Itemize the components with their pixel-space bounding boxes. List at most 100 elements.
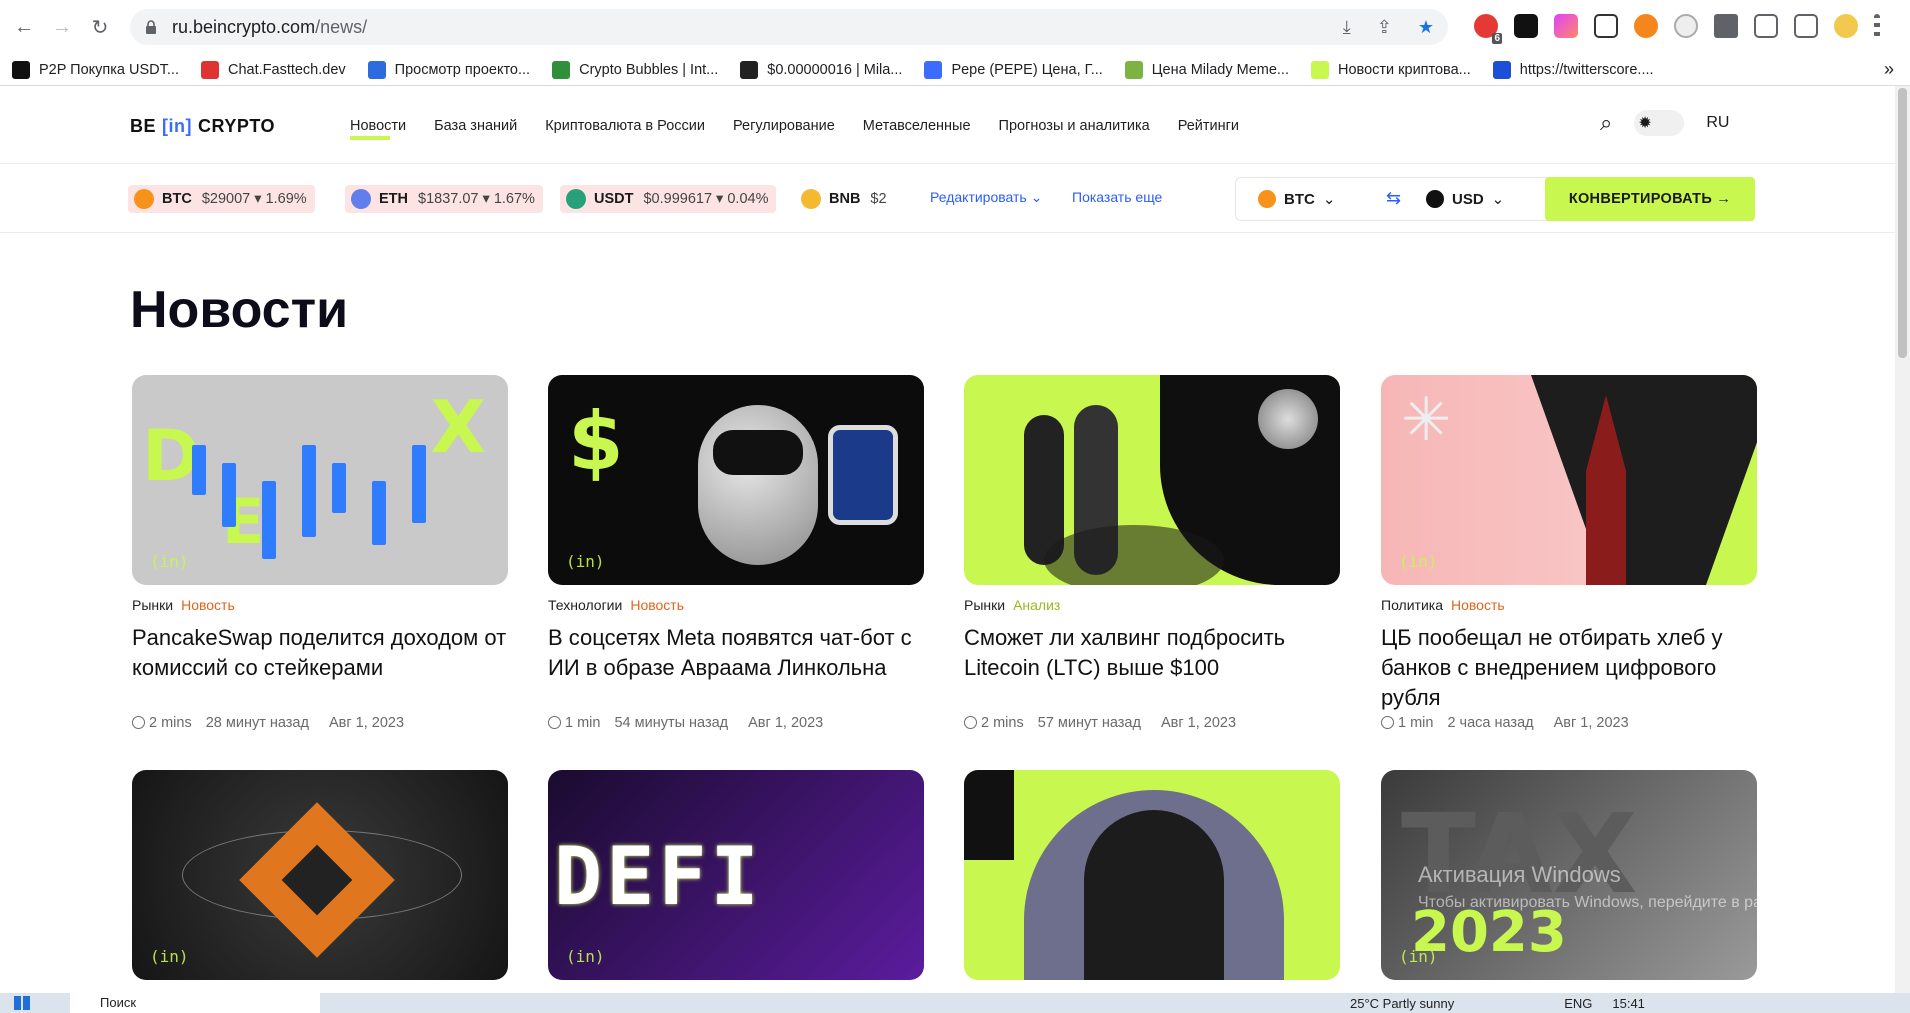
coin-bnb[interactable]: BNB $2 [795,185,895,213]
coin-usdt[interactable]: USDT $0.999617 ▾ 0.04% [560,185,777,213]
article-category[interactable]: Технологии [548,597,622,613]
extension-icon[interactable] [1674,14,1698,38]
bookmark-item[interactable]: Новости криптова... [1311,60,1471,79]
menu-icon[interactable] [1874,14,1880,38]
article-category[interactable]: Рынки [964,597,1005,613]
article-date: Авг 1, 2023 [328,715,405,731]
bookmark-item[interactable]: Цена Milady Meme... [1124,60,1289,79]
bnb-icon [801,189,821,209]
sidebar-icon[interactable] [1794,14,1818,38]
in-logo-icon: (in) [1399,947,1438,966]
theme-toggle[interactable]: ✹ [1634,110,1685,136]
article-card[interactable]: (in) [964,770,1340,980]
read-time-value: 1 min [565,715,601,731]
bookmark-item[interactable]: https://twitterscore.... [1492,60,1654,79]
scrollbar-thumb[interactable] [1898,88,1907,358]
search-icon[interactable]: ⌕ [1600,110,1612,136]
in-logo-icon: (in) [982,552,1021,571]
edit-link[interactable]: Редактировать ⌄ [930,189,1042,206]
btc-icon [1258,190,1276,208]
bookmark-item[interactable]: Crypto Bubbles | Int... [552,60,718,79]
forward-icon[interactable]: → [48,13,76,41]
reload-icon[interactable]: ↻ [86,13,114,41]
install-icon[interactable]: ⤓ [1343,17,1351,38]
nav-item[interactable]: Прогнозы и аналитика [999,118,1150,134]
show-more-link[interactable]: Показать еще [1072,189,1162,205]
address-bar[interactable]: ru.beincrypto.com/news/ ⤓ ⇪ ★ [130,9,1448,45]
article-thumbnail[interactable]: D E X (in) [132,375,508,585]
browser-toolbar: ← → ↻ ru.beincrypto.com/news/ ⤓ ⇪ ★ 6 [0,0,1910,54]
article-card[interactable]: ✳ (in) Политика Новость ЦБ пообещал не отбир… [1381,375,1757,731]
coin-btc[interactable]: BTC $29007 ▾ 1.69% [128,185,315,213]
convert-button[interactable]: КОНВЕРТИРОВАТЬ → [1545,177,1755,221]
article-thumbnail[interactable]: (in) [132,770,508,980]
bookmark-item[interactable]: $0.00000016 | Mila... [740,60,902,79]
clock[interactable]: 15:41 [1612,996,1645,1011]
badge-count: 6 [1492,33,1502,44]
article-card[interactable]: $ (in) Технологии Новость В соцсетях Meta по… [548,375,924,731]
adblock-icon[interactable]: 6 [1474,14,1502,44]
bookmark-item[interactable]: P2P Покупка USDT... [12,60,179,79]
scrollbar[interactable] [1895,86,1910,993]
language-indicator[interactable]: ENG [1564,996,1592,1011]
metamask-icon[interactable] [1634,14,1658,38]
chevron-down-icon: ⌄ [1491,191,1505,208]
main-nav: Новости База знаний Криптовалюта в России Р… [350,118,1239,140]
article-thumbnail[interactable]: $ (in) [548,375,924,585]
coin-eth[interactable]: ETH $1837.07 ▾ 1.67% [345,185,543,213]
language-switch[interactable]: RU [1706,114,1729,132]
taskbar-search[interactable]: Поиск [70,993,320,1013]
article-type[interactable]: Новость [630,597,684,613]
article-card[interactable]: (in) Рынки Анализ Сможет ли халвинг подброс… [964,375,1340,731]
more-bookmarks-icon[interactable]: » [1884,59,1894,80]
site-logo[interactable]: BE [in] CRYPTO [130,116,275,137]
logo-in: [in] [162,116,192,136]
media-icon[interactable] [1754,14,1778,38]
from-currency-select[interactable]: BTC ⌄ [1258,190,1335,208]
extension-icon[interactable] [1514,14,1538,38]
nav-item[interactable]: Рейтинги [1178,118,1239,134]
nav-item[interactable]: Метавселенные [863,118,971,134]
logo-text: CRYPTO [198,116,276,136]
nav-item[interactable]: Новости [350,118,406,140]
article-card[interactable]: DEFI (in) [548,770,924,980]
article-category[interactable]: Политика [1381,597,1443,613]
share-icon[interactable]: ⇪ [1377,17,1392,38]
eth-icon [351,189,371,209]
to-currency-select[interactable]: USD ⌄ [1426,190,1504,208]
article-thumbnail[interactable]: (in) [964,770,1340,980]
star-icon[interactable]: ★ [1418,17,1434,38]
time-ago: 57 минут назад [1037,715,1141,731]
article-title[interactable]: В соцсетях Meta появятся чат-бот с ИИ в … [548,623,924,715]
article-title[interactable]: PancakeSwap поделится доходом от комисси… [132,623,508,715]
article-type[interactable]: Анализ [1013,597,1060,613]
weather-widget[interactable]: 25°C Partly sunny [1350,996,1454,1011]
in-logo-icon: (in) [1399,552,1438,571]
extension-icon[interactable] [1554,14,1578,38]
bookmark-item[interactable]: Pepe (PEPE) Цена, Г... [924,60,1103,79]
article-title[interactable]: Сможет ли халвинг подбросить Litecoin (L… [964,623,1340,715]
nav-item[interactable]: Криптовалюта в России [545,118,705,134]
article-card[interactable]: (in) [132,770,508,980]
extensions-bar: 6 [1474,12,1880,44]
puzzle-icon[interactable] [1714,14,1738,38]
read-time: 2 mins [132,715,192,731]
nav-item[interactable]: База знаний [434,118,517,134]
extension-icon[interactable] [1594,14,1618,38]
article-card[interactable]: D E X (in) Рынки Новость PancakeSwap поделится… [132,375,508,731]
swap-icon[interactable]: ⇆ [1386,188,1401,209]
article-type[interactable]: Новость [181,597,235,613]
article-title[interactable]: ЦБ пообещал не отбирать хлеб у банков с … [1381,623,1757,715]
article-date: Авг 1, 2023 [748,715,824,731]
back-icon[interactable]: ← [10,13,38,41]
article-thumbnail[interactable]: (in) [964,375,1340,585]
article-category[interactable]: Рынки [132,597,173,613]
nav-item[interactable]: Регулирование [733,118,835,134]
article-thumbnail[interactable]: ✳ (in) [1381,375,1757,585]
bookmark-item[interactable]: Chat.Fasttech.dev [200,60,346,79]
article-type[interactable]: Новость [1451,597,1505,613]
article-thumbnail[interactable]: DEFI (in) [548,770,924,980]
avatar[interactable] [1834,14,1858,38]
windows-start-icon[interactable] [14,996,30,1010]
bookmark-item[interactable]: Просмотр проекто... [367,60,530,79]
